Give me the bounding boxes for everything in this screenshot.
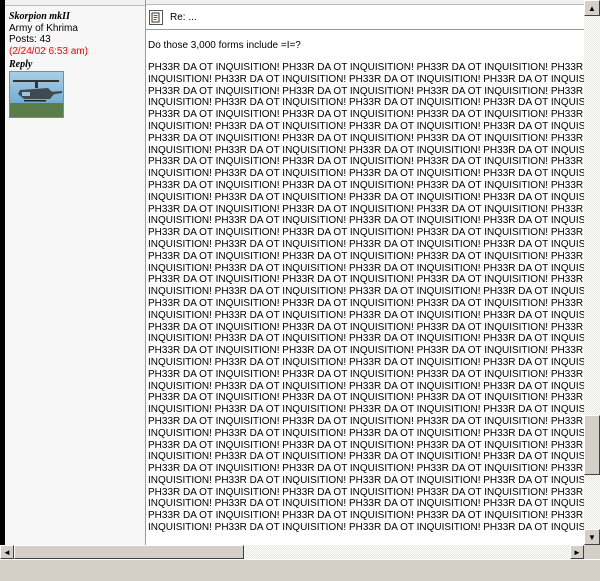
post-question: Do those 3,000 forms include =I=?	[148, 40, 301, 51]
post-body-line: INQUISITION! PH33R DA OT INQUISITION! PH…	[148, 286, 584, 298]
post-body-line: PH33R DA OT INQUISITION! PH33R DA OT INQ…	[148, 62, 584, 73]
post-body-line: INQUISITION! PH33R DA OT INQUISITION! PH…	[148, 238, 584, 250]
post-body-line: PH33R DA OT INQUISITION! PH33R DA OT INQ…	[148, 227, 584, 239]
scroll-down-button[interactable]: ▼	[584, 529, 600, 545]
vertical-scroll-thumb[interactable]	[584, 415, 600, 475]
post-document-icon[interactable]	[149, 10, 163, 25]
post-body-line: INQUISITION! PH33R DA OT INQUISITION! PH…	[148, 120, 584, 132]
post-body-line: PH33R DA OT INQUISITION! PH33R DA OT INQ…	[148, 345, 584, 357]
post-body-line: PH33R DA OT INQUISITION! PH33R DA OT INQ…	[148, 297, 584, 309]
post-title: Re: ...	[170, 12, 197, 23]
post-body-line: PH33R DA OT INQUISITION! PH33R DA OT INQ…	[148, 250, 584, 262]
post-date: (2/24/02 6:53 am)	[9, 46, 88, 57]
post-body-line: INQUISITION! PH33R DA OT INQUISITION! PH…	[148, 474, 584, 486]
helicopter-avatar-icon	[9, 71, 64, 118]
forum-viewport: Skorpion mkII Army of Khrima Posts: 43 (…	[0, 0, 584, 545]
post-body-line: INQUISITION! PH33R DA OT INQUISITION! PH…	[148, 191, 584, 203]
post-body-line: INQUISITION! PH33R DA OT INQUISITION! PH…	[148, 333, 584, 345]
post-header-bar	[146, 0, 584, 5]
horizontal-scroll-thumb[interactable]	[14, 545, 244, 559]
post-body-line: PH33R DA OT INQUISITION! PH33R DA OT INQ…	[148, 392, 584, 404]
post-body-line: PH33R DA OT INQUISITION! PH33R DA OT INQ…	[148, 274, 584, 286]
scrollbar-corner	[584, 545, 600, 559]
post-body-line: PH33R DA OT INQUISITION! PH33R DA OT INQ…	[148, 463, 584, 475]
scroll-right-button[interactable]: ►	[570, 545, 584, 559]
post-body-line: INQUISITION! PH33R DA OT INQUISITION! PH…	[148, 144, 584, 156]
post-body-line: PH33R DA OT INQUISITION! PH33R DA OT INQ…	[148, 368, 584, 380]
post-body-line: PH33R DA OT INQUISITION! PH33R DA OT INQ…	[148, 510, 584, 522]
status-bar	[0, 559, 600, 581]
post-body-line: INQUISITION! PH33R DA OT INQUISITION! PH…	[148, 73, 584, 85]
post-body-line: INQUISITION! PH33R DA OT INQUISITION! PH…	[148, 404, 584, 416]
author-group: Army of Khrima	[9, 23, 78, 34]
scroll-up-button[interactable]: ▲	[584, 0, 600, 16]
post-body-line: PH33R DA OT INQUISITION! PH33R DA OT INQ…	[148, 203, 584, 215]
vertical-scrollbar[interactable]: ▲ ▼	[584, 0, 600, 545]
post-body-line: INQUISITION! PH33R DA OT INQUISITION! PH…	[148, 380, 584, 392]
post-body-line: INQUISITION! PH33R DA OT INQUISITION! PH…	[148, 451, 584, 463]
author-column: Skorpion mkII Army of Khrima Posts: 43 (…	[5, 0, 146, 545]
post-body-line: PH33R DA OT INQUISITION! PH33R DA OT INQ…	[148, 109, 584, 121]
post-body-line: INQUISITION! PH33R DA OT INQUISITION! PH…	[148, 97, 584, 109]
horizontal-scrollbar[interactable]: ◄ ►	[0, 545, 584, 559]
post-body-line: INQUISITION! PH33R DA OT INQUISITION! PH…	[148, 522, 584, 534]
author-post-count: Posts: 43	[9, 34, 51, 45]
post-body-line: INQUISITION! PH33R DA OT INQUISITION! PH…	[148, 427, 584, 439]
post-body-line: PH33R DA OT INQUISITION! PH33R DA OT INQ…	[148, 179, 584, 191]
author-header-bar	[5, 0, 145, 6]
post-body-line: INQUISITION! PH33R DA OT INQUISITION! PH…	[148, 262, 584, 274]
post-divider	[146, 29, 584, 30]
post-body-line: INQUISITION! PH33R DA OT INQUISITION! PH…	[148, 168, 584, 180]
post-body-line: INQUISITION! PH33R DA OT INQUISITION! PH…	[148, 498, 584, 510]
post-body-line: PH33R DA OT INQUISITION! PH33R DA OT INQ…	[148, 486, 584, 498]
post-body-line: INQUISITION! PH33R DA OT INQUISITION! PH…	[148, 356, 584, 368]
post-body-line: PH33R DA OT INQUISITION! PH33R DA OT INQ…	[148, 439, 584, 451]
scroll-left-button[interactable]: ◄	[0, 545, 14, 559]
post-body-line: PH33R DA OT INQUISITION! PH33R DA OT INQ…	[148, 415, 584, 427]
post-column: Re: ... Do those 3,000 forms include =I=…	[146, 0, 584, 545]
post-body-line: PH33R DA OT INQUISITION! PH33R DA OT INQ…	[148, 85, 584, 97]
author-name[interactable]: Skorpion mkII	[9, 11, 70, 22]
reply-link[interactable]: Reply	[9, 59, 32, 70]
post-body-line: PH33R DA OT INQUISITION! PH33R DA OT INQ…	[148, 132, 584, 144]
post-body-line: PH33R DA OT INQUISITION! PH33R DA OT INQ…	[148, 321, 584, 333]
post-body: PH33R DA OT INQUISITION! PH33R DA OT INQ…	[148, 62, 584, 534]
post-body-line: PH33R DA OT INQUISITION! PH33R DA OT INQ…	[148, 156, 584, 168]
post-body-line: INQUISITION! PH33R DA OT INQUISITION! PH…	[148, 215, 584, 227]
post-body-line: INQUISITION! PH33R DA OT INQUISITION! PH…	[148, 309, 584, 321]
